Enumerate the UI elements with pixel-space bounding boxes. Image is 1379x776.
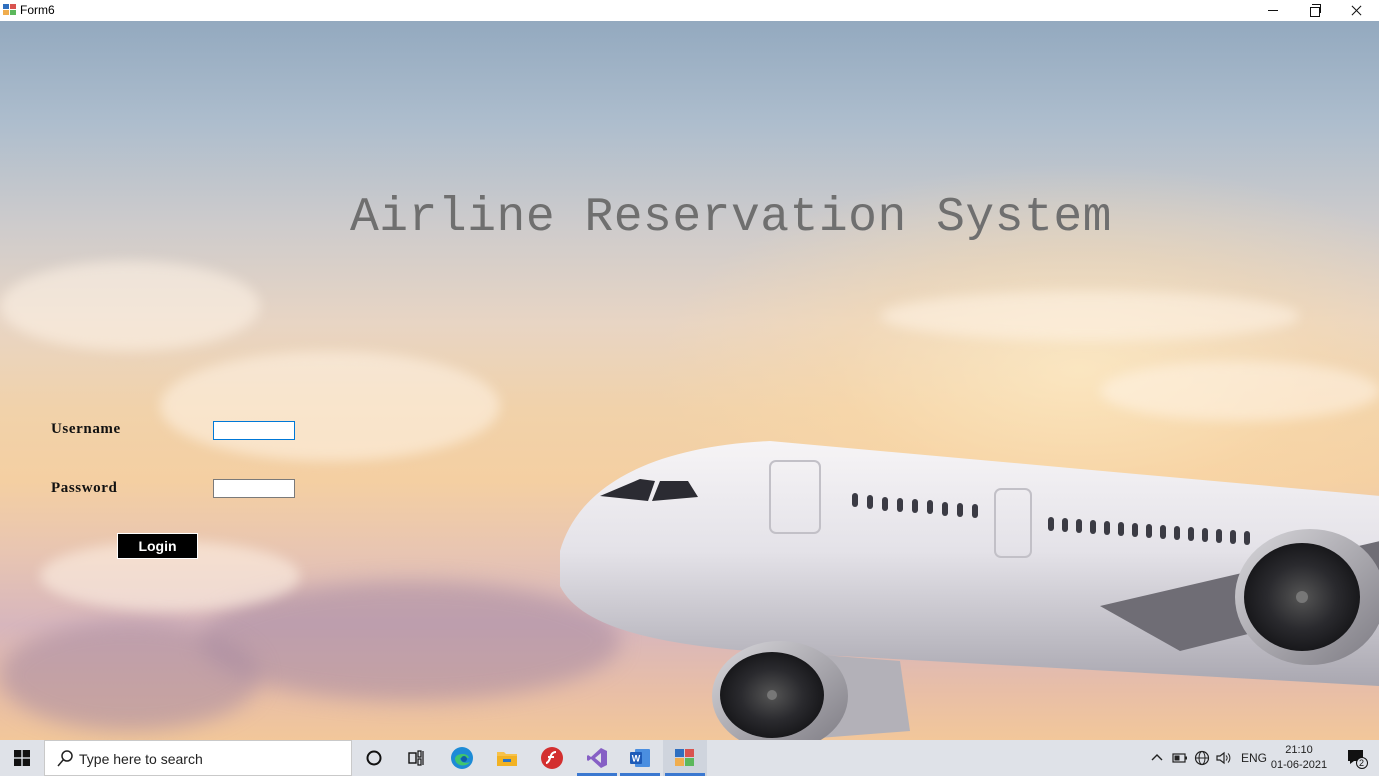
winforms-app-icon[interactable] [663, 740, 707, 776]
chevron-up-icon[interactable] [1150, 751, 1164, 765]
system-tray: ENG [1150, 740, 1267, 776]
taskbar: W ENG 21:10 01-06-2021 2 [0, 740, 1379, 776]
username-label: Username [51, 421, 121, 437]
windows-logo-icon [14, 750, 30, 766]
task-view-icon[interactable] [395, 740, 439, 776]
windows-start-button[interactable] [0, 740, 44, 776]
cortana-icon[interactable] [352, 740, 396, 776]
battery-icon[interactable] [1172, 752, 1188, 764]
file-explorer-icon[interactable] [485, 740, 529, 776]
window-title: Form6 [20, 3, 55, 17]
cloud [0, 621, 260, 731]
flash-icon[interactable] [530, 740, 574, 776]
minimize-button[interactable] [1252, 0, 1294, 21]
close-button[interactable] [1335, 0, 1377, 21]
notification-center-button[interactable]: 2 [1335, 740, 1379, 776]
cloud [0, 261, 260, 351]
window-title-bar[interactable]: Form6 [0, 0, 1379, 21]
globe-network-icon[interactable] [1194, 750, 1210, 766]
password-input[interactable] [213, 479, 295, 498]
search-icon [57, 750, 73, 767]
visual-studio-icon[interactable] [575, 740, 619, 776]
login-form: Airline Reservation System Username Pass… [0, 21, 1379, 740]
login-button[interactable]: Login [117, 533, 198, 559]
svg-text:W: W [632, 754, 641, 764]
username-input[interactable] [213, 421, 295, 440]
volume-icon[interactable] [1215, 750, 1233, 766]
form-app-icon [3, 4, 16, 16]
notification-count: 2 [1359, 758, 1365, 768]
taskbar-search[interactable] [44, 740, 352, 776]
search-input[interactable] [79, 749, 339, 769]
clock-time: 21:10 [1285, 744, 1313, 756]
notification-icon [1348, 750, 1368, 769]
edge-icon[interactable] [440, 740, 484, 776]
restore-button[interactable] [1293, 0, 1335, 21]
word-icon[interactable]: W [618, 740, 662, 776]
clock-date: 01-06-2021 [1270, 759, 1328, 771]
password-label: Password [51, 480, 118, 496]
airplane-image [560, 441, 1379, 740]
cloud [880, 291, 1300, 341]
language-indicator[interactable]: ENG [1241, 751, 1267, 765]
cloud [160, 351, 500, 461]
clock[interactable]: 21:10 01-06-2021 [1266, 743, 1332, 773]
app-title: Airline Reservation System [350, 191, 1112, 245]
